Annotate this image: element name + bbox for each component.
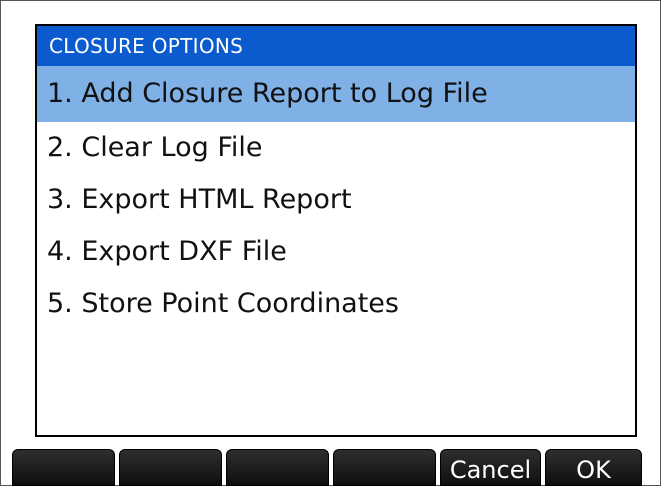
softkey-1[interactable] xyxy=(12,449,115,486)
dialog-title: CLOSURE OPTIONS xyxy=(37,26,635,66)
option-export-dxf-file[interactable]: 4. Export DXF File xyxy=(37,226,635,278)
option-add-closure-report[interactable]: 1. Add Closure Report to Log File xyxy=(37,66,635,122)
ok-button[interactable]: OK xyxy=(545,449,642,486)
softkey-3[interactable] xyxy=(226,449,329,486)
closure-options-dialog: CLOSURE OPTIONS 1. Add Closure Report to… xyxy=(35,24,637,437)
option-export-html-report[interactable]: 3. Export HTML Report xyxy=(37,174,635,226)
options-list: 1. Add Closure Report to Log File 2. Cle… xyxy=(37,66,635,330)
option-clear-log-file[interactable]: 2. Clear Log File xyxy=(37,122,635,174)
option-store-point-coordinates[interactable]: 5. Store Point Coordinates xyxy=(37,278,635,330)
softkey-bar: Cancel OK xyxy=(12,449,652,486)
softkey-4[interactable] xyxy=(333,449,436,486)
softkey-2[interactable] xyxy=(119,449,222,486)
cancel-button[interactable]: Cancel xyxy=(440,449,541,486)
